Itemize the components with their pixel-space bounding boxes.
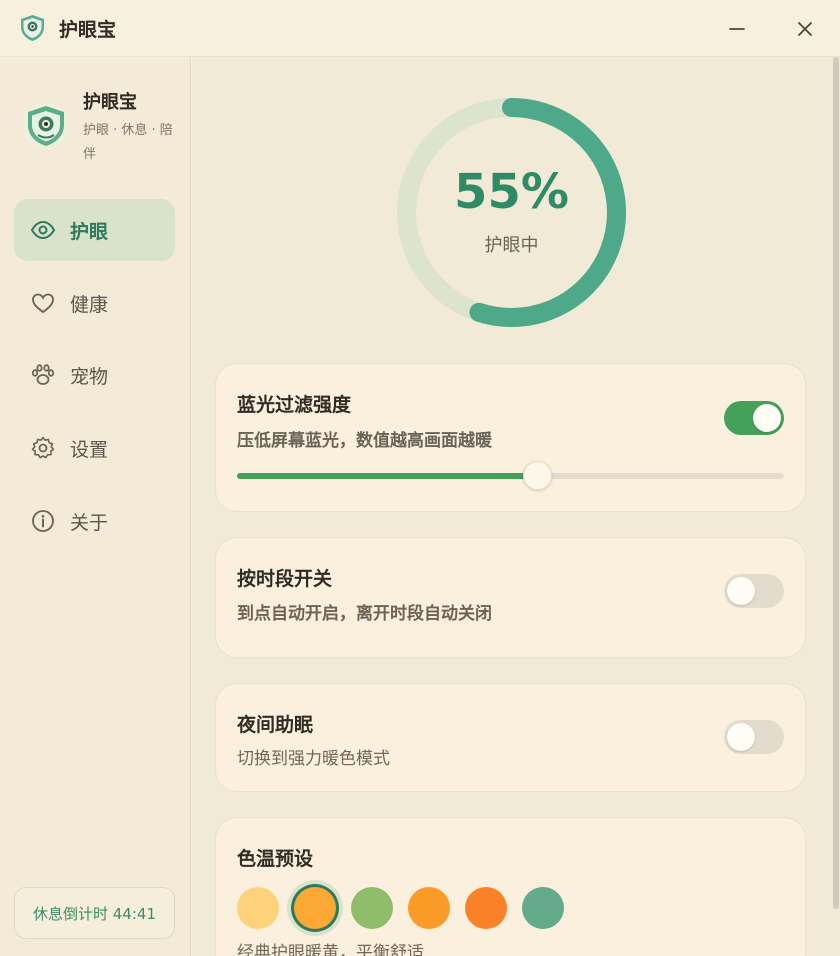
toggle-knob — [753, 404, 781, 432]
shield-eye-icon — [21, 15, 44, 41]
paw-icon — [30, 362, 56, 388]
preset-swatch[interactable] — [237, 887, 279, 929]
nav-item-about[interactable]: 关于 — [14, 490, 175, 552]
schedule-card: 按时段开关 到点自动开启，离开时段自动关闭 — [215, 537, 806, 658]
scrollbar[interactable] — [833, 57, 839, 909]
app-title: 护眼宝 — [59, 19, 117, 41]
blue-filter-slider[interactable] — [237, 473, 784, 479]
nav-item-label: 关于 — [70, 511, 109, 534]
close-button[interactable] — [790, 14, 820, 44]
schedule-desc: 到点自动开启，离开时段自动关闭 — [237, 604, 492, 624]
protection-percent: 55% — [454, 164, 569, 220]
nav-item-settings[interactable]: 设置 — [14, 417, 175, 479]
night-mode-card: 夜间助眠 切换到强力暖色模式 — [215, 683, 806, 792]
blue-filter-toggle[interactable] — [724, 401, 784, 435]
nav-item-label: 设置 — [70, 438, 109, 461]
nav-item-health[interactable]: 健康 — [14, 272, 175, 334]
color-preset-card: 色温预设 经典护眼暖黄，平衡舒适 — [215, 817, 806, 956]
brand-name: 护眼宝 — [83, 92, 137, 113]
minimize-icon — [729, 28, 745, 30]
info-icon — [30, 508, 56, 534]
blue-filter-title: 蓝光过滤强度 — [237, 394, 352, 416]
slider-fill — [237, 473, 538, 479]
gear-icon — [30, 435, 56, 461]
preset-swatch[interactable] — [522, 887, 564, 929]
blue-filter-desc: 压低屏幕蓝光，数值越高画面越暖 — [237, 431, 492, 451]
brand-logo-icon — [23, 103, 69, 149]
preset-swatch[interactable] — [351, 887, 393, 929]
sidebar: 护眼宝 护眼 · 休息 · 陪伴 护眼 健康 宠物 设置 关于 休息倒计时 44… — [0, 57, 191, 956]
nav-item-label: 健康 — [70, 293, 109, 316]
night-mode-title: 夜间助眠 — [237, 714, 314, 736]
schedule-toggle[interactable] — [724, 574, 784, 608]
night-mode-toggle[interactable] — [724, 720, 784, 754]
nav-item-eye-care[interactable]: 护眼 — [14, 199, 175, 261]
title-bar: 护眼宝 — [0, 0, 840, 57]
color-preset-desc: 经典护眼暖黄，平衡舒适 — [237, 943, 424, 956]
toggle-knob — [727, 577, 755, 605]
preset-swatch[interactable] — [465, 887, 507, 929]
color-preset-title: 色温预设 — [237, 848, 314, 870]
preset-swatch[interactable] — [408, 887, 450, 929]
slider-thumb[interactable] — [523, 461, 553, 490]
night-mode-desc: 切换到强力暖色模式 — [237, 749, 390, 769]
blue-filter-card: 蓝光过滤强度 压低屏幕蓝光，数值越高画面越暖 — [215, 363, 806, 512]
nav-item-label: 护眼 — [70, 220, 109, 243]
nav-item-label: 宠物 — [70, 365, 109, 388]
nav-item-pet[interactable]: 宠物 — [14, 344, 175, 406]
eye-icon — [30, 217, 56, 243]
minimize-button[interactable] — [722, 14, 752, 44]
toggle-knob — [727, 723, 755, 751]
heart-icon — [30, 290, 56, 316]
preset-swatch[interactable] — [294, 887, 336, 929]
brand-tagline: 护眼 · 休息 · 陪伴 — [83, 123, 173, 162]
protection-status: 护眼中 — [484, 235, 539, 256]
close-icon — [798, 22, 812, 36]
schedule-title: 按时段开关 — [237, 568, 333, 590]
break-countdown: 休息倒计时 44:41 — [14, 887, 175, 939]
